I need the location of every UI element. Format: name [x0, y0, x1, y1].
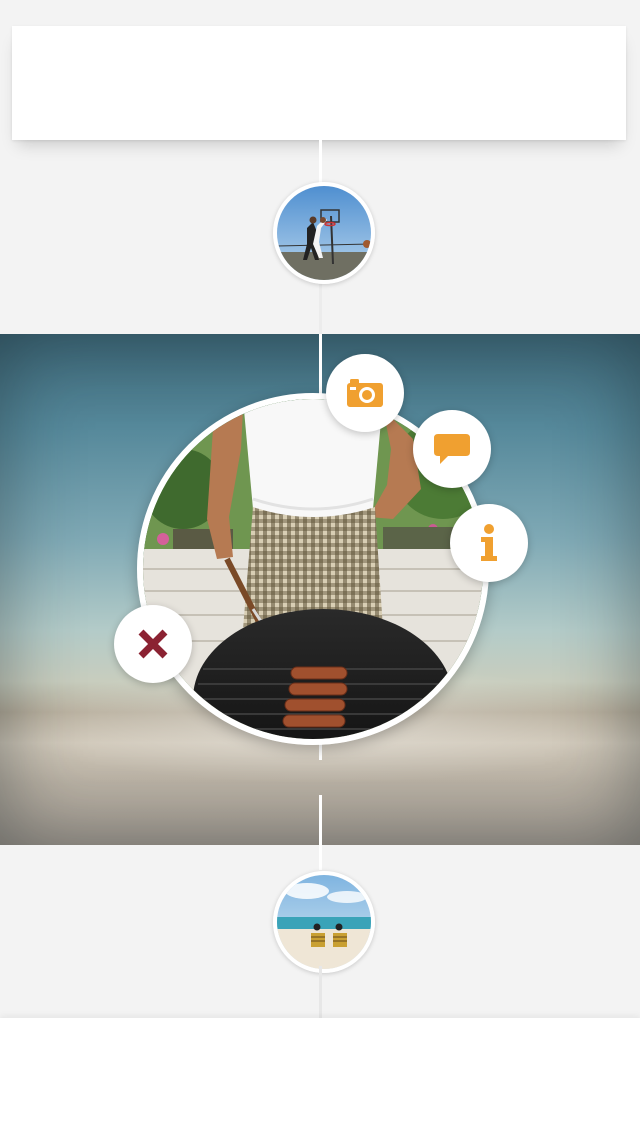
info-icon	[481, 524, 497, 561]
beach-photo-image	[277, 875, 371, 969]
timeline-bottom-card[interactable]	[0, 1018, 640, 1136]
timeline-connector	[319, 278, 322, 334]
timeline-connector	[319, 966, 322, 1018]
beach-photo-thumbnail[interactable]	[273, 871, 375, 973]
timeline-connector	[319, 795, 322, 870]
close-icon	[138, 629, 168, 659]
close-button[interactable]	[114, 605, 192, 683]
camera-button[interactable]	[326, 354, 404, 432]
basketball-photo-thumbnail[interactable]	[273, 182, 375, 284]
timeline-connector	[319, 140, 322, 186]
timeline-top-card[interactable]	[12, 26, 626, 140]
basketball-photo-image	[277, 186, 371, 280]
camera-icon	[347, 379, 383, 407]
timeline-connector	[319, 334, 322, 394]
info-button[interactable]	[450, 504, 528, 582]
speech-bubble-icon	[434, 434, 470, 464]
comment-button[interactable]	[413, 410, 491, 488]
